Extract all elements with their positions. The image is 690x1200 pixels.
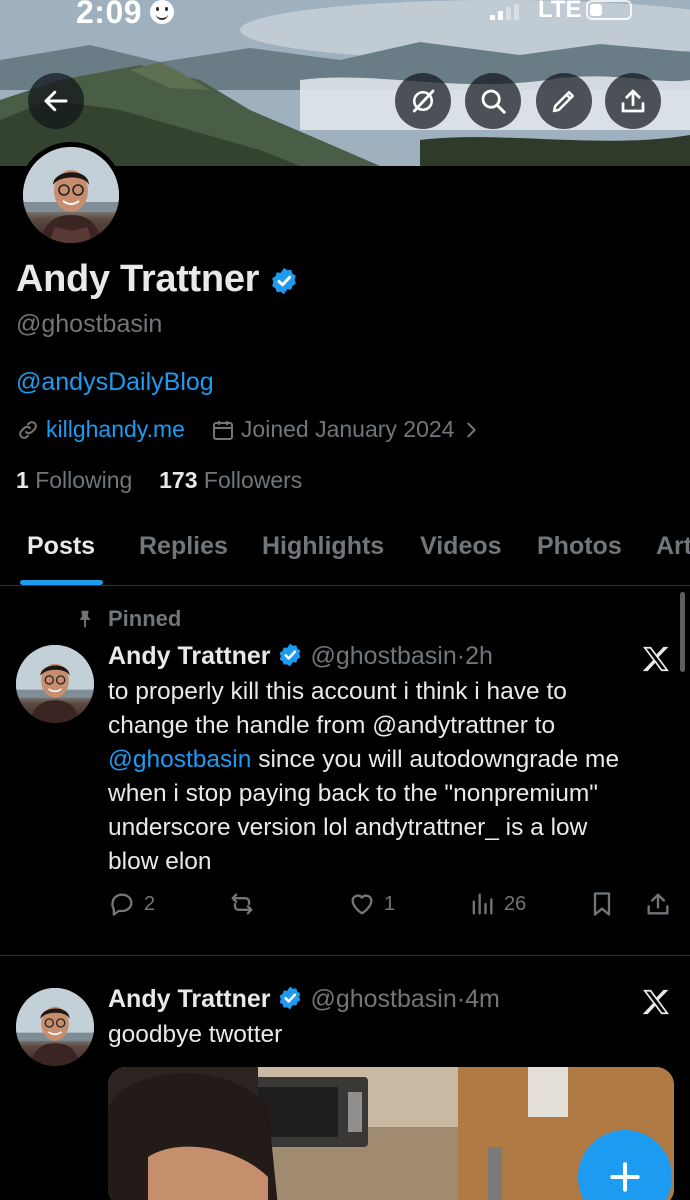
plus-icon — [610, 1162, 640, 1192]
bookmark-icon — [593, 892, 611, 916]
post-line-rest: since you will autodowngrade me — [251, 746, 620, 773]
pin-icon — [79, 610, 91, 628]
search-button[interactable] — [465, 73, 521, 129]
share-button[interactable] — [605, 73, 661, 129]
like-count: 1 — [384, 892, 396, 915]
avatar-photo — [16, 988, 94, 1066]
post-avatar[interactable] — [16, 645, 94, 723]
repost-icon — [231, 893, 253, 915]
active-tab-indicator — [20, 580, 103, 585]
tab-videos[interactable]: Videos — [420, 532, 502, 561]
post-header: Andy Trattner @ghostbasin·2h — [108, 642, 493, 670]
share-post-button[interactable] — [644, 890, 672, 918]
arrow-left-icon — [44, 90, 68, 112]
network-label: LTE — [538, 0, 582, 23]
search-icon — [481, 89, 506, 114]
like-button[interactable]: 1 — [348, 890, 395, 918]
grok-button[interactable] — [395, 73, 451, 129]
post-author-handle: @ghostbasin — [310, 642, 457, 670]
post-line: to properly kill this account i think i … — [108, 678, 567, 705]
website-link[interactable]: killghandy.me — [46, 416, 185, 443]
follow-stats: 1 Following 173 Followers — [16, 467, 302, 494]
edit-button[interactable] — [536, 73, 592, 129]
tab-photos[interactable]: Photos — [537, 532, 622, 561]
followers-label: Followers — [203, 467, 303, 493]
pencil-icon — [552, 91, 574, 113]
mention-link[interactable]: @ghostbasin — [108, 746, 251, 773]
battery-icon — [586, 0, 632, 20]
view-count: 26 — [504, 892, 527, 915]
heart-icon — [351, 894, 373, 915]
tab-replies[interactable]: Replies — [139, 532, 228, 561]
joined-date: Joined January 2024 — [240, 416, 455, 442]
profile-avatar[interactable] — [18, 142, 124, 248]
post-line: when i stop paying back to the "nonpremi… — [108, 780, 598, 807]
link-icon — [19, 420, 37, 439]
following-count: 1 — [16, 467, 29, 493]
post-line: blow elon — [108, 848, 212, 875]
post-author-name[interactable]: Andy Trattner — [108, 642, 271, 670]
tab-highlights[interactable]: Highlights — [262, 532, 384, 561]
back-button[interactable] — [28, 73, 84, 129]
status-bar: 2:09 LTE — [0, 0, 690, 30]
avatar-photo — [23, 147, 119, 243]
post-line: @ghostbasin since you will autodowngrade… — [108, 743, 668, 777]
calendar-icon — [212, 420, 233, 440]
reply-count: 2 — [144, 892, 156, 915]
post-avatar[interactable] — [16, 988, 94, 1066]
scrollbar[interactable] — [680, 592, 685, 672]
grok-icon — [412, 89, 435, 113]
reply-button[interactable]: 2 — [108, 890, 155, 918]
post-divider — [0, 955, 690, 956]
profile-name-text: Andy Trattner — [16, 258, 260, 300]
views-button[interactable]: 26 — [468, 890, 526, 918]
chevron-right-icon[interactable] — [460, 419, 482, 441]
signal-icon — [490, 4, 520, 20]
reply-icon — [111, 893, 133, 916]
post-header: Andy Trattner @ghostbasin·4m — [108, 985, 500, 1013]
post-text: goodbye twotter — [108, 1021, 283, 1048]
x-logo-icon[interactable] — [641, 987, 671, 1017]
verified-badge-icon[interactable] — [269, 266, 299, 296]
followers-link[interactable]: 173 Followers — [159, 467, 302, 493]
post-author-name[interactable]: Andy Trattner — [108, 985, 271, 1013]
post-time: 2h — [465, 642, 493, 670]
profile-bio-link[interactable]: @andysDailyBlog — [16, 368, 214, 397]
profile-handle: @ghostbasin — [16, 310, 163, 338]
share-icon — [621, 89, 645, 113]
verified-badge-icon — [280, 986, 301, 1010]
analytics-icon — [472, 893, 493, 915]
followers-count: 173 — [159, 467, 198, 493]
following-label: Following — [35, 467, 133, 493]
tab-articles[interactable]: Art — [656, 532, 690, 561]
verified-badge-icon — [280, 643, 301, 667]
pinned-indicator: Pinned — [74, 606, 181, 632]
status-time: 2:09 — [76, 0, 143, 30]
profile-meta: killghandy.me Joined January 2024 — [16, 416, 482, 443]
repost-button[interactable] — [228, 890, 256, 918]
bookmark-button[interactable] — [588, 890, 616, 918]
focus-smiley-icon — [150, 0, 174, 24]
profile-tabs: Posts Replies Highlights Videos Photos A… — [0, 530, 690, 586]
following-link[interactable]: 1 Following — [16, 467, 132, 493]
avatar-photo — [16, 645, 94, 723]
post-line: underscore version lol andytrattner_ is … — [108, 814, 588, 841]
x-logo-icon[interactable] — [641, 644, 671, 674]
pinned-label: Pinned — [108, 606, 182, 631]
post-author-handle: @ghostbasin — [310, 985, 457, 1013]
profile-name: Andy Trattner — [16, 258, 299, 301]
post-line: change the handle from @andytrattner to — [108, 712, 556, 739]
post-text: to properly kill this account i think i … — [108, 675, 668, 879]
post-time: 4m — [465, 985, 500, 1013]
post-actions: 2 1 26 — [108, 890, 678, 924]
share-icon — [647, 893, 669, 915]
tab-posts[interactable]: Posts — [27, 532, 95, 561]
